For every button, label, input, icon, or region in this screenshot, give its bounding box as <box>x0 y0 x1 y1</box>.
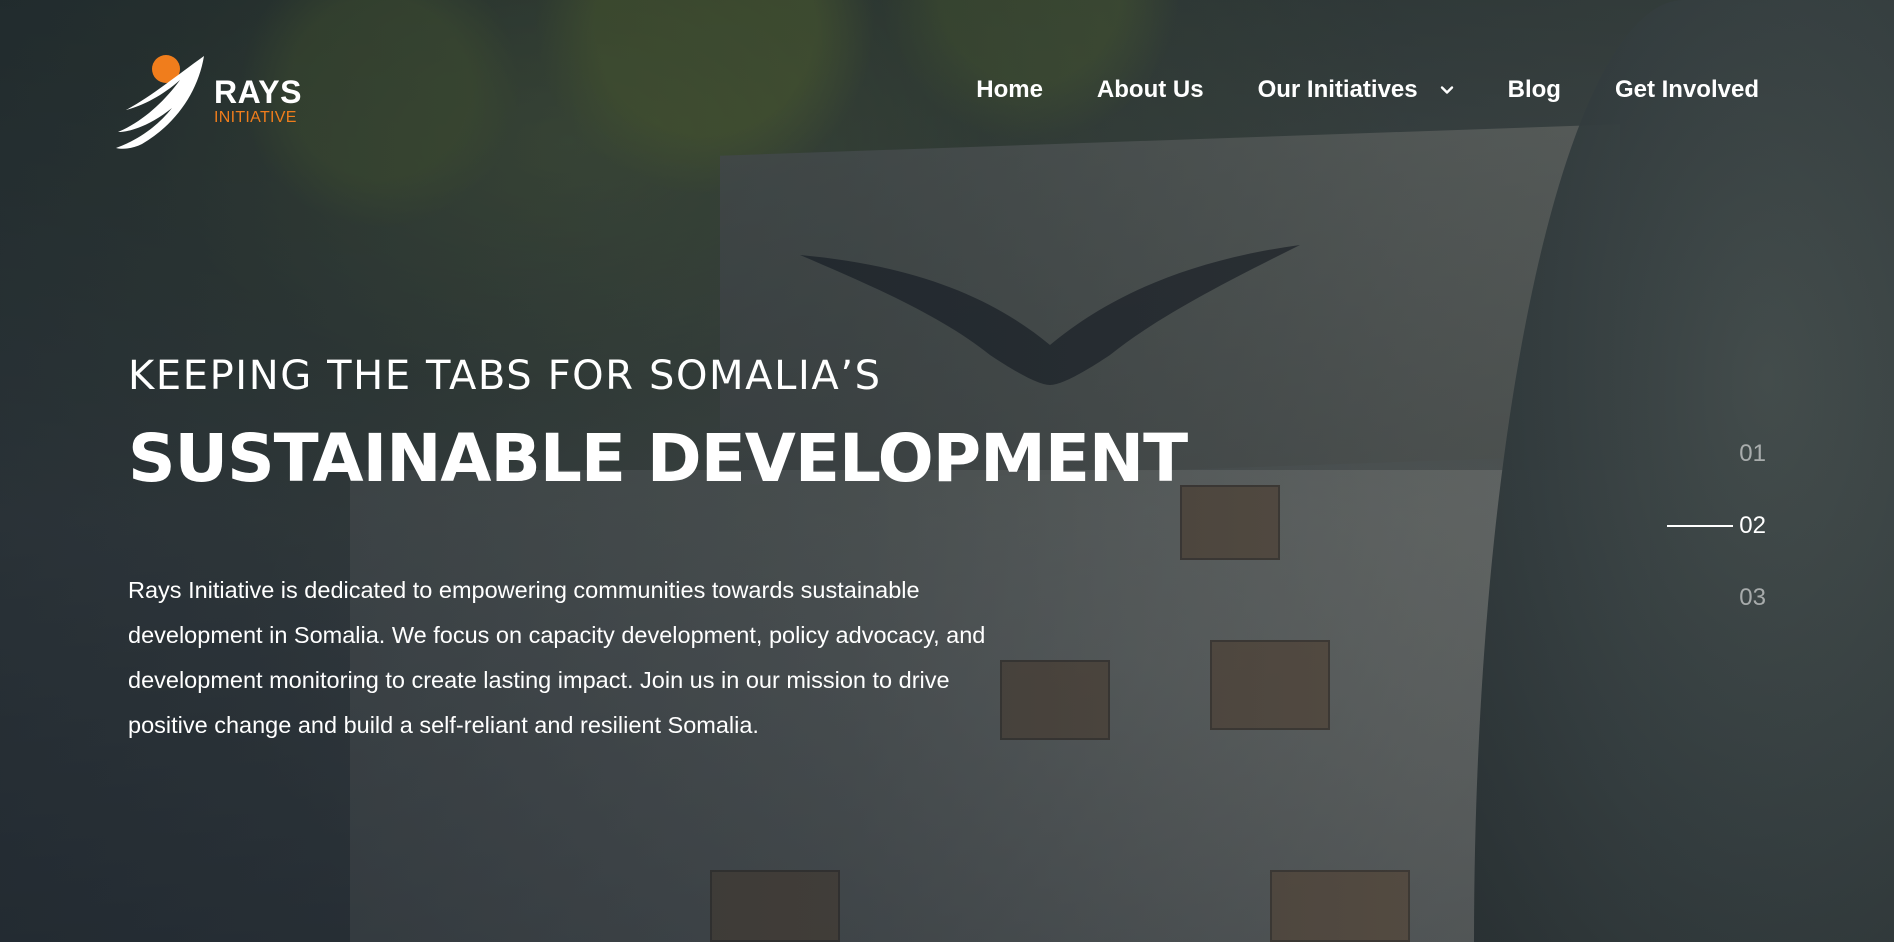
nav-home[interactable]: Home <box>976 76 1043 104</box>
hero-headline: SUSTAINABLE DEVELOPMENT <box>128 420 1188 497</box>
nav-get-involved-label: Get Involved <box>1614 76 1759 103</box>
logo-text: RAYS INITIATIVE <box>214 76 302 126</box>
slide-01[interactable]: 01 <box>1739 440 1766 468</box>
brand-logo[interactable]: RAYS INITIATIVE <box>112 52 312 156</box>
active-slide-line <box>1667 525 1734 527</box>
slide-02-label: 02 <box>1739 512 1766 539</box>
slide-01-label: 01 <box>1739 440 1766 467</box>
nav-blog[interactable]: Blog <box>1508 76 1561 104</box>
hero-section: RAYS INITIATIVE Home About Us Our Initia… <box>0 0 1894 942</box>
chevron-down-icon[interactable] <box>1440 83 1454 97</box>
nav-our-initiatives-label: Our Initiatives <box>1257 76 1418 103</box>
nav-about-us[interactable]: About Us <box>1097 76 1204 104</box>
slide-02[interactable]: 02 <box>1667 512 1766 540</box>
main-nav: Home About Us Our Initiatives Blog Get I… <box>976 76 1759 104</box>
brand-name: RAYS <box>214 74 302 110</box>
nav-our-initiatives[interactable]: Our Initiatives <box>1258 76 1454 104</box>
site-header: RAYS INITIATIVE Home About Us Our Initia… <box>0 0 1894 200</box>
nav-get-involved[interactable]: Get Involved <box>1615 76 1759 104</box>
nav-home-label: Home <box>976 76 1043 103</box>
brand-subtitle: INITIATIVE <box>214 109 297 126</box>
slide-03[interactable]: 03 <box>1739 584 1766 612</box>
nav-blog-label: Blog <box>1507 76 1561 103</box>
wing-sun-logo-icon <box>112 52 208 156</box>
slide-03-label: 03 <box>1739 584 1766 611</box>
nav-about-us-label: About Us <box>1096 76 1204 103</box>
slide-indicator: 01 02 03 <box>1646 440 1766 630</box>
hero-kicker: KEEPING THE TABS FOR SOMALIA’S <box>128 353 882 399</box>
hero-description: Rays Initiative is dedicated to empoweri… <box>128 577 986 738</box>
